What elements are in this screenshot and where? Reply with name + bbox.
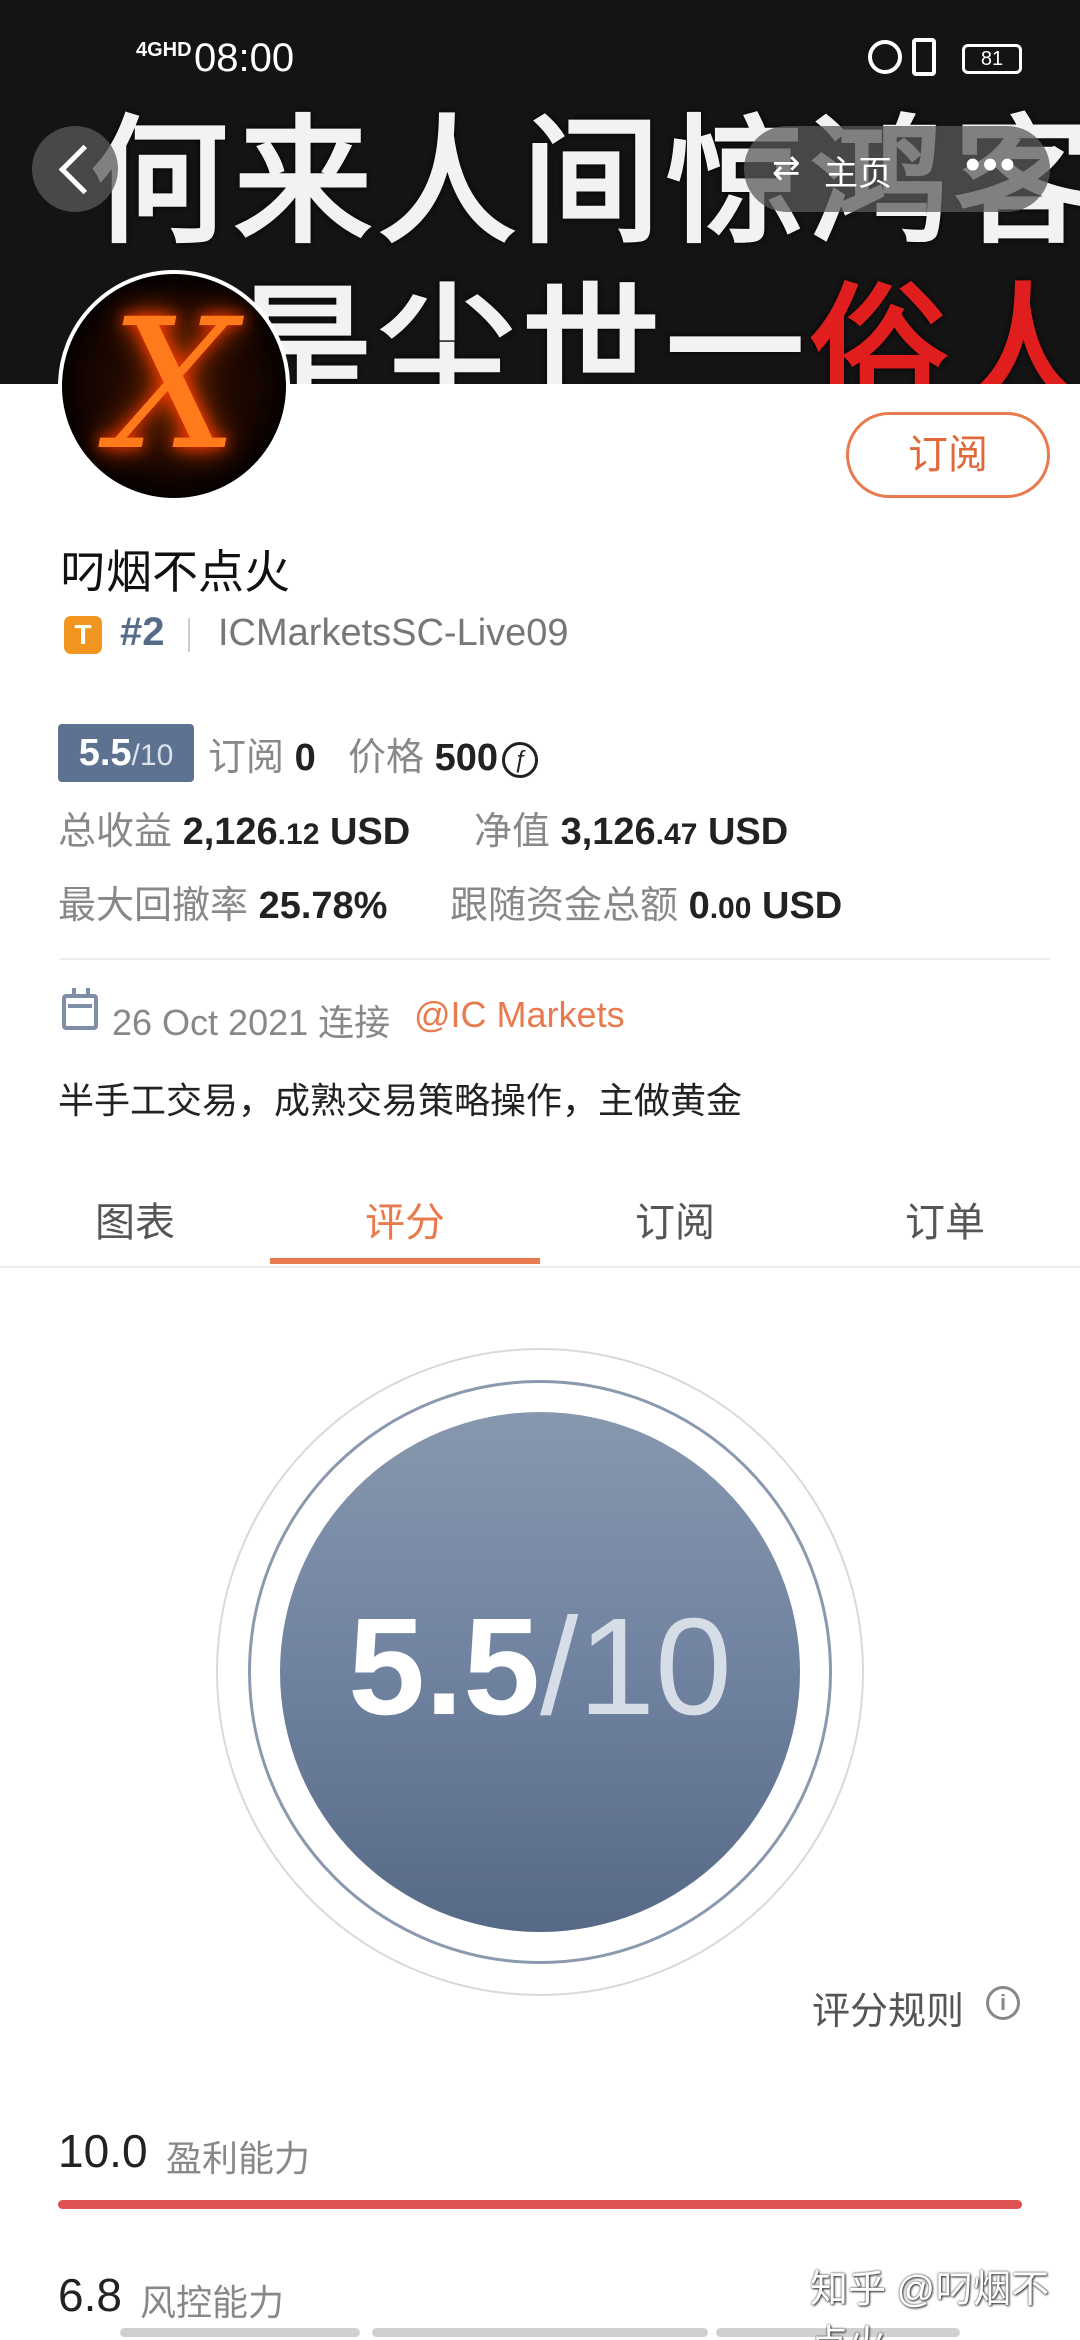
tab-bar: 图表 评分 订阅 订单 (0, 1170, 1080, 1268)
info-icon[interactable]: i (986, 1986, 1020, 2020)
max-drawdown-value: 25.78% (258, 885, 388, 927)
total-profit-int: 2,126 (182, 811, 278, 853)
trading-account: ICMarketsSC-Live09 (218, 612, 569, 654)
subscribe-count-label: 订阅 (208, 737, 285, 779)
follow-funds-dec: .00 (709, 892, 752, 925)
risk-control-bar-segment (372, 2328, 708, 2337)
strategy-description: 半手工交易，成熟交易策略操作，主做黄金 (58, 1080, 743, 1121)
alarm-icon (868, 40, 902, 74)
watermark: 知乎 @叼烟不点火 (810, 2269, 1050, 2340)
subscribe-count: 订阅 0 (208, 726, 316, 781)
price-label: 价格 (348, 737, 425, 779)
swap-icon[interactable]: ⇄ (772, 150, 808, 186)
tab-chart[interactable]: 图表 (0, 1190, 270, 1248)
broker-link[interactable]: @IC Markets (414, 994, 625, 1036)
back-button[interactable] (32, 126, 118, 212)
price-value: 500 (434, 737, 498, 779)
profit-ability-bar (58, 2200, 1022, 2209)
subscribe-count-value: 0 (294, 737, 316, 779)
total-profit-unit: USD (329, 811, 411, 853)
calendar-icon (62, 988, 98, 1030)
overall-score: 5.5/10 (280, 1592, 800, 1742)
trader-name: 叼烟不点火 (60, 546, 290, 598)
profit-ability-label: 盈利能力 (166, 2138, 311, 2179)
subscribe-button[interactable]: 订阅 (846, 412, 1050, 498)
max-drawdown-stat: 最大回撤率 25.78% (58, 874, 387, 929)
more-button[interactable]: ••• (965, 140, 1017, 190)
score-badge: 5.5/10 (58, 724, 194, 782)
max-drawdown-label: 最大回撤率 (58, 885, 249, 927)
tab-score[interactable]: 评分 (270, 1190, 540, 1248)
avatar[interactable]: X (58, 270, 290, 502)
battery-icon: 81 (962, 44, 1022, 74)
total-profit-stat: 总收益 2,126.12 USD (58, 800, 410, 855)
total-profit-dec: .12 (277, 818, 320, 851)
avatar-flame-x: X (109, 281, 239, 490)
total-profit-label: 总收益 (58, 811, 173, 853)
equity-dec: .47 (655, 818, 698, 851)
overall-score-den: /10 (540, 1590, 732, 1744)
divider (188, 618, 190, 652)
score-badge-den: /10 (131, 739, 174, 772)
equity-int: 3,126 (560, 811, 656, 853)
overall-score-main: 5.5 (348, 1590, 540, 1744)
trader-profile-page: 何来人间惊鸿客 只是尘世一俗人 4GHD 08:00 81 ⇄ 主页 ••• X… (0, 0, 1080, 2340)
price-stat: 价格 500 ƒ (348, 726, 538, 781)
equity-stat: 净值 3,126.47 USD (474, 800, 788, 855)
follow-funds-int: 0 (688, 885, 710, 927)
banner-line-2-highlight: 俗人 (810, 270, 1080, 384)
status-bar: 4GHD 08:00 81 (0, 0, 1080, 118)
home-button[interactable]: 主页 (824, 146, 892, 195)
score-badge-main: 5.5 (78, 732, 132, 774)
tab-subscriptions[interactable]: 订阅 (540, 1190, 810, 1248)
risk-control-value: 6.8 (58, 2269, 122, 2321)
trader-rank: #2 (120, 610, 165, 654)
tab-orders[interactable]: 订单 (810, 1190, 1080, 1248)
follow-funds-unit: USD (762, 885, 843, 927)
status-time: 08:00 (194, 36, 295, 80)
equity-unit: USD (707, 811, 789, 853)
profit-ability-value: 10.0 (58, 2125, 148, 2177)
follow-funds-label: 跟随资金总额 (450, 885, 679, 927)
risk-control-bar-segment (120, 2328, 360, 2337)
follow-funds-stat: 跟随资金总额 0.00 USD (450, 874, 842, 929)
vibrate-icon (912, 38, 936, 76)
signal-icon: 4GHD (136, 39, 192, 61)
score-rules-link[interactable]: 评分规则 (812, 1980, 964, 2035)
equity-label: 净值 (474, 811, 551, 853)
coin-icon: ƒ (501, 741, 538, 778)
join-date: 26 Oct 2021 连接 (112, 1002, 391, 1043)
divider (60, 958, 1050, 960)
active-tab-indicator (270, 1258, 540, 1264)
trader-type-badge: T (64, 616, 102, 654)
risk-control-label: 风控能力 (140, 2282, 285, 2323)
